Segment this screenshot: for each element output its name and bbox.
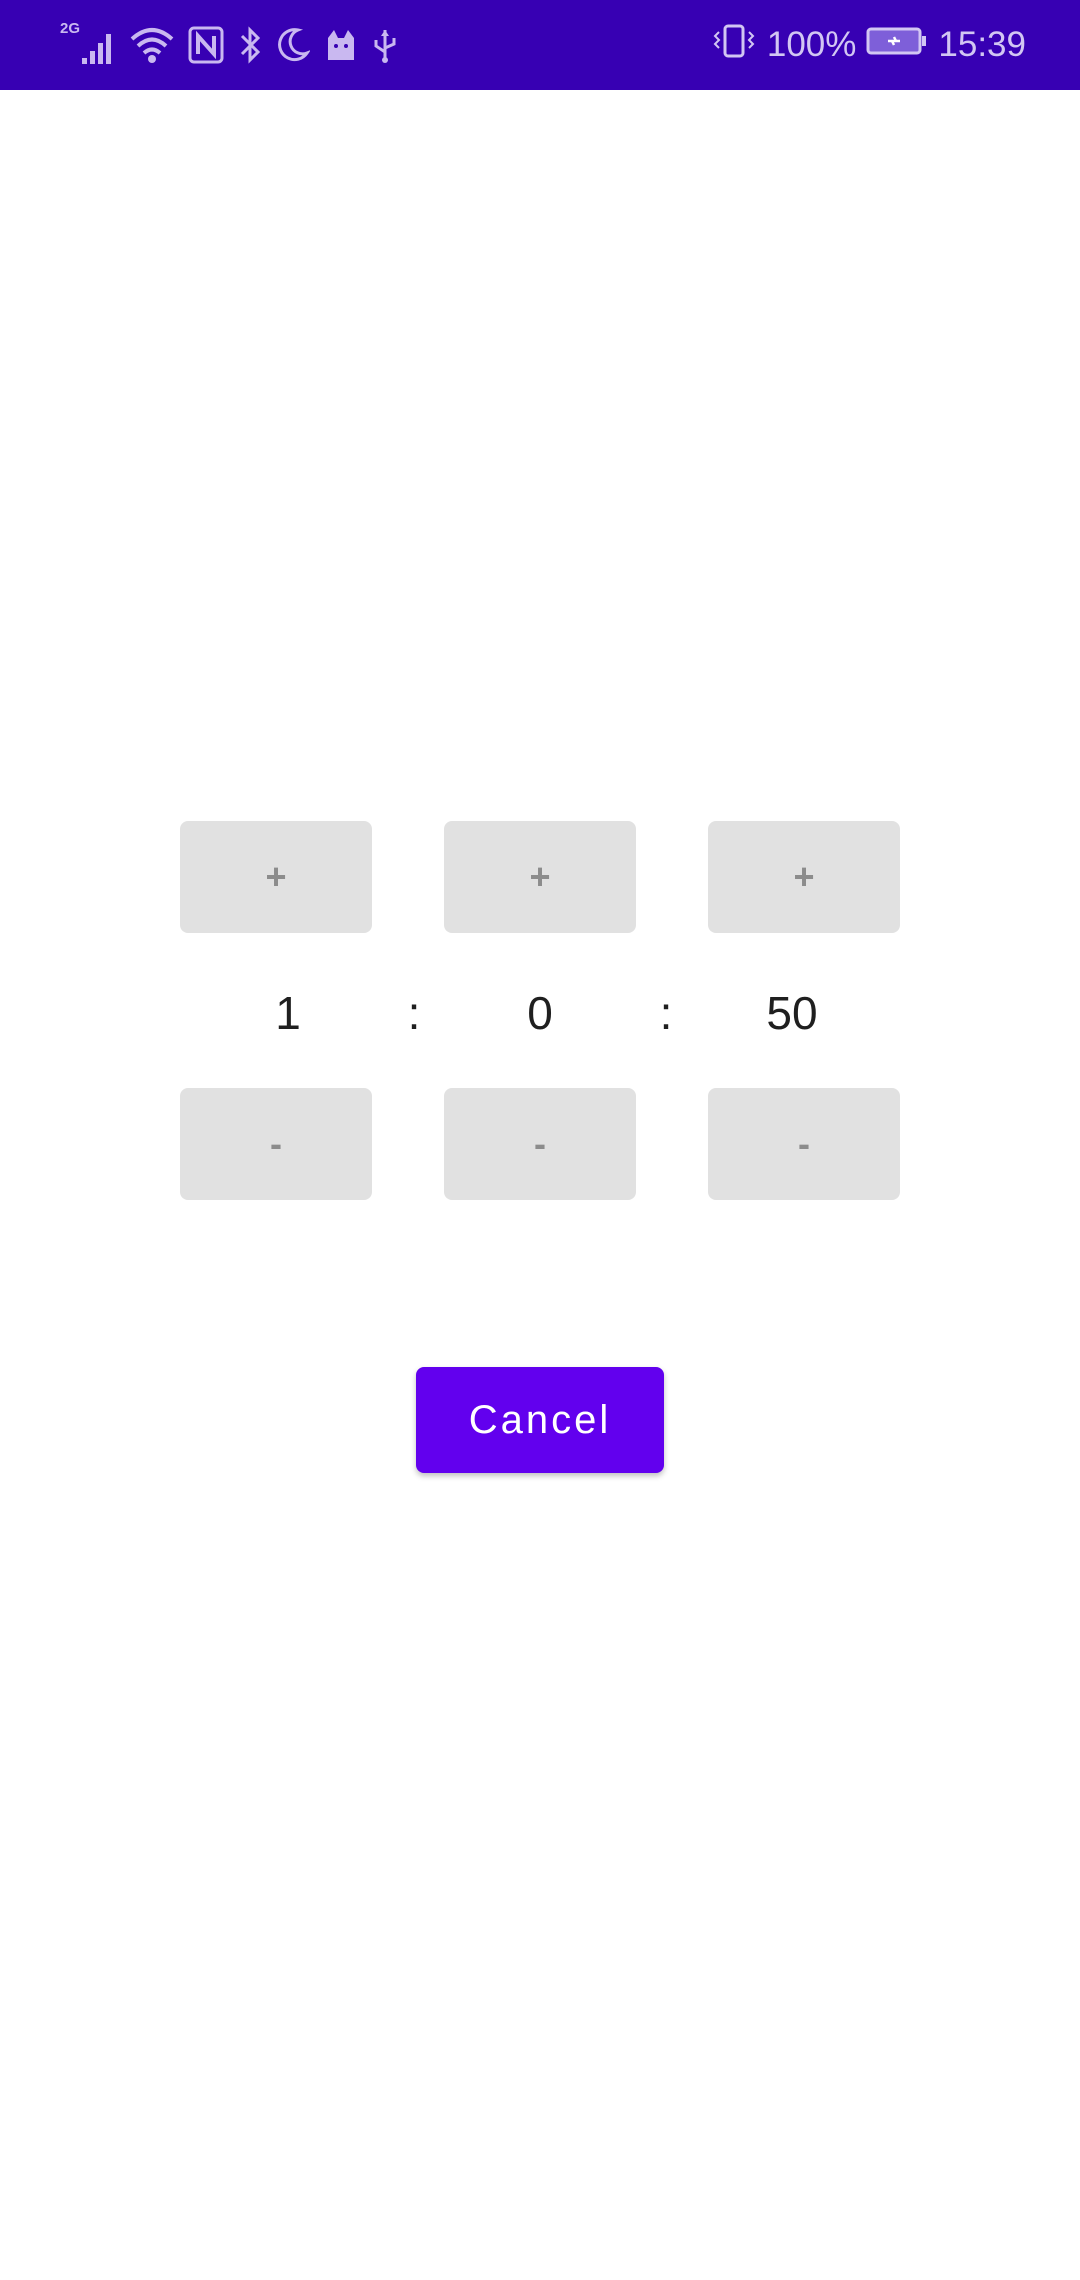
seconds-decrement-button[interactable]: - xyxy=(708,1088,900,1200)
hours-increment-button[interactable]: + xyxy=(180,821,372,933)
hours-decrement-button[interactable]: - xyxy=(180,1088,372,1200)
seconds-increment-button[interactable]: + xyxy=(708,821,900,933)
minutes-value: 0 xyxy=(527,987,553,1039)
seconds-value: 50 xyxy=(766,987,818,1039)
minutes-increment-button[interactable]: + xyxy=(444,821,636,933)
hours-value: 1 xyxy=(275,987,301,1039)
hours-minutes-separator: : xyxy=(407,987,421,1039)
minutes-seconds-separator: : xyxy=(659,987,673,1039)
cancel-button[interactable]: Cancel xyxy=(416,1367,664,1473)
minutes-decrement-button[interactable]: - xyxy=(444,1088,636,1200)
timer-picker: + + + 1 : 0 : 50 - - - xyxy=(0,0,1080,2280)
